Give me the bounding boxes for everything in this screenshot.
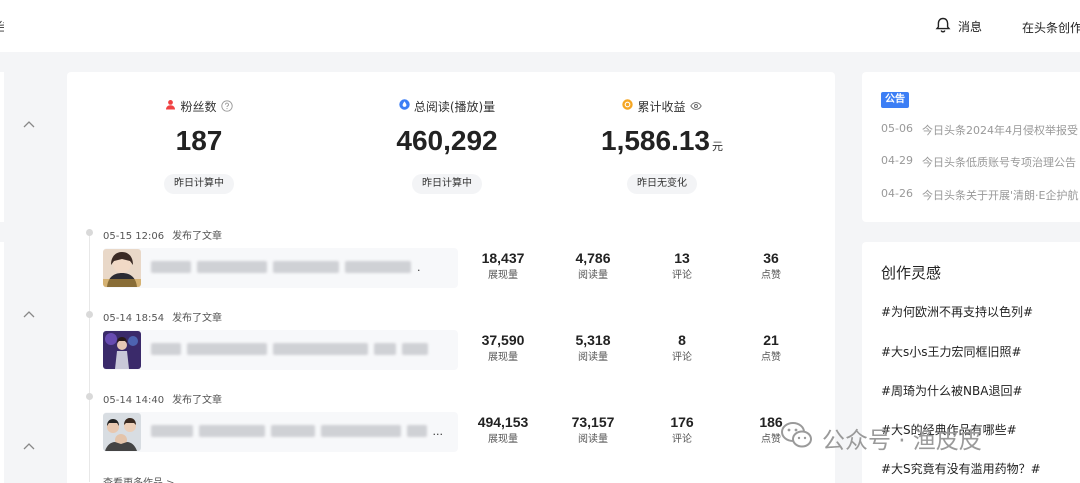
article-card[interactable]: . [103,248,458,288]
timeline-line [89,232,90,482]
messages-button[interactable]: 消息 [934,16,982,36]
chevron-up-icon[interactable] [22,114,36,128]
view-more-works-link[interactable]: 查看更多作品 > [103,474,175,483]
metric-impressions: 18,437 展现量 [481,250,525,281]
blurred-title: ... [151,425,443,438]
stat-value: 460,292 [396,125,498,156]
creator-link[interactable]: 在头条创作 [1022,19,1080,36]
announcement-panel: 公告 05-06 今日头条2024年4月侵权举报受 04-29 今日头条低质账号专项… [862,72,1080,222]
topic-link[interactable]: #周琦为什么被NBA退回# [881,382,1023,399]
stat-followers: 粉丝数 187 昨日计算中 [127,98,271,194]
publish-time: 05-14 14:40 [103,395,165,406]
timeline-dot [86,311,93,318]
stat-label: 累计收益 [637,99,686,114]
article-header: 05-15 12:06 发布了文章 [103,227,222,242]
article-header: 05-14 14:40 发布了文章 [103,391,222,406]
publish-action: 发布了文章 [172,313,223,324]
watermark: 公众号 · 渔皮皮 [780,420,982,456]
stat-total-reads: 总阅读(播放)量 460,292 昨日计算中 [367,98,527,194]
publish-action: 发布了文章 [172,231,223,242]
metric-impressions: 37,590 展现量 [481,332,525,363]
timeline-dot [86,393,93,400]
metric-impressions: 494,153 展现量 [477,414,529,445]
topic-link[interactable]: #大S究竟有没有滥用药物？# [881,460,1041,477]
sidebar-fragment [0,242,4,483]
stat-note: 昨日计算中 [412,174,482,194]
stat-note: 昨日无变化 [627,174,697,194]
announcement-item[interactable]: 05-06 今日头条2024年4月侵权举报受 [881,122,1078,138]
metric-reads: 73,157 阅读量 [571,414,615,445]
coin-icon [622,99,634,113]
announcement-item[interactable]: 04-26 今日头条关于开展'清朗·E企护航 [881,187,1078,203]
stat-label: 总阅读(播放)量 [413,99,496,114]
article-card[interactable] [103,330,458,370]
chevron-up-icon[interactable] [22,436,36,450]
portrait-thumbnail [103,249,141,287]
announcement-item[interactable]: 04-29 今日头条低质账号专项治理公告 [881,154,1076,170]
metric-comments: 176 评论 [670,414,694,445]
stat-earnings: 累计收益 1,586.13 元 昨日无变化 [587,98,737,194]
blurred-title [151,343,443,355]
currency-unit: 元 [712,141,723,153]
metric-reads: 4,786 阅读量 [575,250,611,281]
article-card[interactable]: ... [103,412,458,452]
topic-link[interactable]: #为何欧洲不再支持以色列# [881,303,1033,320]
person-icon [165,99,176,113]
topic-link[interactable]: #大s小s王力宏同框旧照# [881,343,1022,360]
top-bar: 台 消息 在头条创作 [0,0,1080,52]
sidebar-fragment [0,72,4,222]
chevron-up-icon[interactable] [22,304,36,318]
panel-title: 创作灵感 [881,264,942,282]
logo-text-fragment: 台 [0,18,4,35]
stage-photo-thumbnail [103,331,141,369]
publish-action: 发布了文章 [172,395,223,406]
stat-label: 粉丝数 [180,99,217,114]
metric-reads: 5,318 阅读量 [575,332,611,363]
metric-comments: 8 评论 [672,332,692,363]
bell-icon [934,16,952,37]
timeline-dot [86,229,93,236]
stat-value: 1,586.13 元 [601,125,723,156]
group-photo-thumbnail [103,413,141,451]
dashboard-card: 粉丝数 187 昨日计算中 总阅读(播放)量 460,292 昨日计算中 累计收… [67,72,835,483]
metric-likes: 36 点赞 [761,250,781,281]
announcement-badge: 公告 [881,92,909,108]
stat-note: 昨日计算中 [164,174,234,194]
stat-value: 187 [175,125,223,156]
publish-time: 05-15 12:06 [103,231,165,242]
eye-icon[interactable] [689,100,702,112]
help-icon[interactable] [220,100,233,112]
blurred-title: . [151,261,443,274]
wechat-icon [780,420,814,456]
drop-icon [399,99,410,113]
messages-label: 消息 [958,19,983,34]
metric-likes: 21 点赞 [761,332,781,363]
publish-time: 05-14 18:54 [103,313,165,324]
watermark-text: 公众号 · 渔皮皮 [822,428,982,454]
article-header: 05-14 18:54 发布了文章 [103,309,222,324]
metric-comments: 13 评论 [672,250,692,281]
